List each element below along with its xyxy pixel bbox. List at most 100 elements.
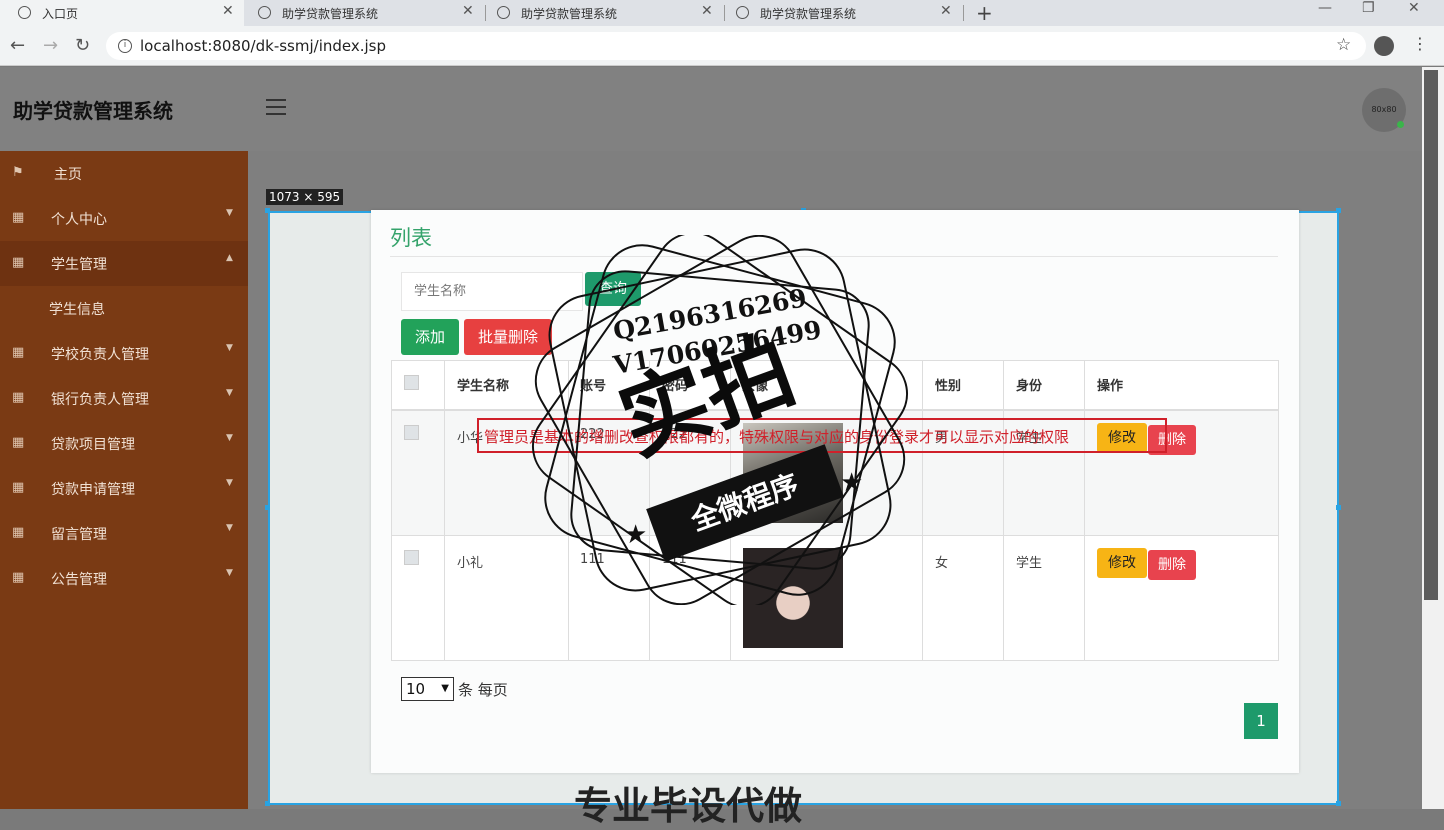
tab-divider — [963, 5, 964, 21]
url-text: localhost:8080/dk-ssmj/index.jsp — [140, 37, 387, 55]
tab-title: 入口页 — [42, 7, 79, 21]
resize-handle[interactable] — [265, 801, 270, 806]
grid-icon: ▦ — [12, 210, 25, 225]
chevron-down-icon: ▼ — [441, 683, 449, 694]
reload-icon[interactable]: ↻ — [75, 35, 90, 56]
sidebar-item-home[interactable]: ⚑ 主页 — [0, 151, 248, 196]
sidebar: ⚑ 主页 ▦ 个人中心 ▼ ▦ 学生管理 ▲ 学生信息 ▦ 学校负责人管理 ▼ … — [0, 151, 248, 809]
restore-icon[interactable]: ❐ — [1362, 0, 1375, 16]
sidebar-item-student-info[interactable]: 学生信息 — [0, 286, 248, 331]
sidebar-item-announcements[interactable]: ▦ 公告管理 ▼ — [0, 556, 248, 601]
page-button-current[interactable]: 1 — [1244, 703, 1278, 739]
grid-icon: ▦ — [12, 480, 25, 495]
sidebar-item-loan-applications[interactable]: ▦ 贷款申请管理 ▼ — [0, 466, 248, 511]
tab-title: 助学贷款管理系统 — [282, 7, 379, 21]
browser-menu-icon[interactable]: ⋮ — [1412, 34, 1428, 53]
per-page-label: 条 每页 — [458, 681, 508, 699]
chevron-down-icon: ▼ — [226, 523, 233, 533]
url-input[interactable]: i localhost:8080/dk-ssmj/index.jsp ☆ — [106, 32, 1366, 60]
grid-icon: ▦ — [12, 525, 25, 540]
close-icon[interactable]: ✕ — [222, 3, 234, 19]
resize-handle[interactable] — [1336, 505, 1341, 510]
student-name-cell: 小礼 — [457, 556, 484, 571]
resize-handle[interactable] — [265, 505, 270, 510]
row-checkbox[interactable] — [404, 425, 419, 440]
info-icon[interactable]: i — [118, 39, 132, 53]
browser-tab[interactable]: 助学贷款管理系统 ✕ — [718, 0, 962, 26]
globe-icon — [258, 6, 271, 19]
edit-button[interactable]: 修改 — [1097, 548, 1147, 578]
sidebar-item-messages[interactable]: ▦ 留言管理 ▼ — [0, 511, 248, 556]
resize-handle[interactable] — [1336, 801, 1341, 806]
close-icon[interactable]: ✕ — [940, 3, 952, 19]
address-bar: ← → ↻ i localhost:8080/dk-ssmj/index.jsp… — [0, 26, 1444, 66]
sidebar-item-label: 公告管理 — [51, 572, 107, 588]
delete-button[interactable]: 删除 — [1148, 550, 1196, 580]
sidebar-item-label: 贷款项目管理 — [51, 437, 135, 453]
gender-cell: 女 — [935, 556, 949, 571]
tab-title: 助学贷款管理系统 — [760, 7, 857, 21]
grid-icon: ▦ — [12, 390, 25, 405]
row-checkbox[interactable] — [404, 550, 419, 565]
star-icon: ★ — [840, 468, 864, 498]
chevron-up-icon: ▲ — [226, 253, 233, 263]
page-size-value: 10 — [406, 680, 426, 698]
column-header: 性别 — [935, 379, 962, 394]
chevron-down-icon: ▼ — [226, 478, 233, 488]
sidebar-item-label: 银行负责人管理 — [51, 392, 149, 408]
chevron-down-icon: ▼ — [226, 568, 233, 578]
grid-icon: ▦ — [12, 570, 25, 585]
app-header: 助学贷款管理系统 80x80 — [0, 67, 1422, 151]
column-divider — [1084, 361, 1085, 660]
hamburger-menu-icon[interactable] — [266, 99, 286, 115]
column-header: 身份 — [1016, 379, 1043, 394]
column-divider — [444, 361, 445, 660]
selection-size-badge: 1073 × 595 — [266, 189, 344, 205]
resize-handle[interactable] — [265, 208, 270, 213]
column-header: 学生名称 — [457, 379, 510, 394]
sidebar-item-bank-manager[interactable]: ▦ 银行负责人管理 ▼ — [0, 376, 248, 421]
globe-icon — [736, 6, 749, 19]
identity-cell: 学生 — [1016, 556, 1043, 571]
chevron-down-icon: ▼ — [226, 388, 233, 398]
online-status-dot — [1397, 121, 1404, 128]
new-tab-plus-icon[interactable]: + — [976, 1, 993, 25]
resize-handle[interactable] — [1336, 208, 1341, 213]
scrollbar-thumb[interactable] — [1424, 70, 1438, 600]
browser-tab[interactable]: 助学贷款管理系统 ✕ — [240, 0, 484, 26]
close-icon[interactable]: ✕ — [462, 3, 474, 19]
sidebar-item-label: 留言管理 — [51, 527, 107, 543]
column-divider — [1003, 361, 1004, 660]
grid-icon: ▦ — [12, 345, 25, 360]
sidebar-item-personal-center[interactable]: ▦ 个人中心 ▼ — [0, 196, 248, 241]
select-all-checkbox[interactable] — [404, 375, 419, 390]
globe-icon — [497, 6, 510, 19]
sidebar-item-school-manager[interactable]: ▦ 学校负责人管理 ▼ — [0, 331, 248, 376]
add-button[interactable]: 添加 — [401, 319, 459, 355]
grid-icon: ▦ — [12, 435, 25, 450]
bookmark-star-icon[interactable]: ☆ — [1336, 35, 1351, 55]
star-icon: ★ — [624, 520, 648, 550]
forward-arrow-icon[interactable]: → — [43, 35, 58, 56]
sidebar-item-label: 学校负责人管理 — [51, 347, 149, 363]
sidebar-item-student-management[interactable]: ▦ 学生管理 ▲ — [0, 241, 248, 286]
close-icon[interactable]: ✕ — [701, 3, 713, 19]
sidebar-item-label: 个人中心 — [51, 212, 107, 228]
page-size-select[interactable]: 10 ▼ — [401, 677, 454, 701]
watermark-bottom-text: 专业毕设代做 — [574, 784, 803, 828]
sidebar-item-loan-projects[interactable]: ▦ 贷款项目管理 ▼ — [0, 421, 248, 466]
browser-tab-bar: 入口页 ✕ 助学贷款管理系统 ✕ 助学贷款管理系统 ✕ 助学贷款管理系统 ✕ +… — [0, 0, 1444, 26]
window-close-icon[interactable]: ✕ — [1408, 0, 1420, 16]
profile-icon[interactable] — [1374, 36, 1394, 56]
column-divider — [922, 361, 923, 660]
browser-tab[interactable]: 入口页 ✕ — [0, 0, 244, 26]
browser-tab[interactable]: 助学贷款管理系统 ✕ — [479, 0, 723, 26]
page-title: 列表 — [390, 226, 432, 250]
back-arrow-icon[interactable]: ← — [10, 35, 25, 56]
flag-icon: ⚑ — [12, 165, 24, 180]
sidebar-item-label: 学生信息 — [49, 302, 105, 318]
tab-title: 助学贷款管理系统 — [521, 7, 618, 21]
app-title: 助学贷款管理系统 — [13, 99, 173, 123]
chevron-down-icon: ▼ — [226, 208, 233, 218]
minimize-icon[interactable]: — — [1318, 0, 1332, 16]
